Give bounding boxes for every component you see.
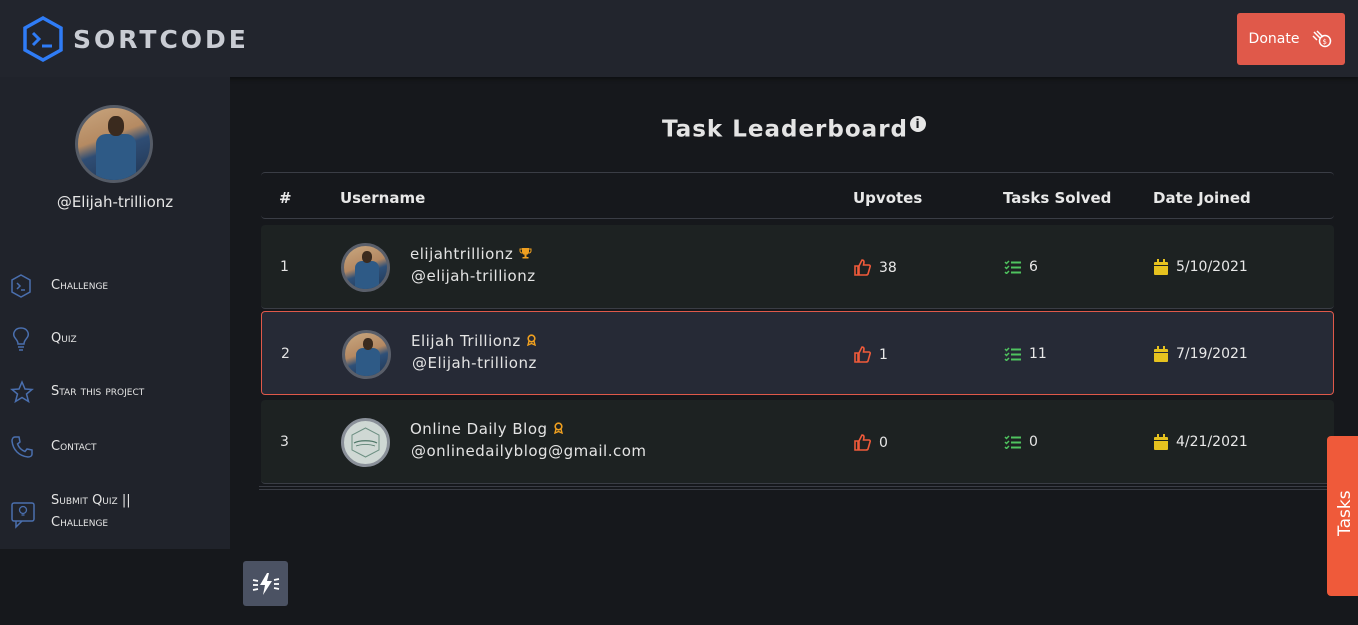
brand-name: SORTCODE [73,24,249,54]
avatar[interactable] [75,105,153,183]
sidebar-item-label: Challenge [51,278,109,293]
calendar-icon [1154,259,1168,275]
table-header: # Username Upvotes Tasks Solved Date Joi… [261,172,1334,219]
star-icon [10,380,34,404]
hexagon-code-icon [23,16,63,62]
user-name: Elijah Trillionz [411,332,537,350]
sidebar-menu: Challenge Quiz Star this project Contact [0,258,230,549]
date-cell: 5/10/2021 [1154,259,1248,275]
thumbs-up-icon [854,434,871,451]
sidebar-item-label-2: Challenge [51,515,109,530]
blog-logo-icon [351,427,380,458]
table-row-current-user[interactable]: 2 Elijah Trillionz @Elijah-trillionz 1 1… [261,311,1334,395]
page-title-text: Task Leaderboard [661,116,908,143]
quick-action-button[interactable] [243,561,288,606]
sidebar-item-contact[interactable]: Contact [0,433,230,461]
avatar-head [362,251,372,263]
upvotes-count: 38 [879,259,897,276]
trophy-icon [519,248,531,259]
svg-text:$: $ [1323,38,1327,46]
tasks-cell: 6 [1004,259,1038,275]
tasks-cell: 11 [1004,346,1047,362]
lightning-icon [252,572,279,595]
column-tasks-solved: Tasks Solved [1003,189,1112,207]
date-joined: 5/10/2021 [1176,259,1248,275]
info-icon[interactable]: i [910,116,926,132]
tasks-count: 0 [1029,434,1038,450]
avatar-head [363,338,373,350]
lightbulb-icon [13,327,29,351]
top-bar: SORTCODE Donate $ [0,0,1358,77]
tasks-count: 6 [1029,259,1038,275]
upvotes-count: 1 [879,346,888,363]
date-joined: 7/19/2021 [1176,346,1248,362]
user-name-text: elijahtrillionz [410,245,514,263]
checklist-icon [1004,435,1021,449]
date-cell: 4/21/2021 [1154,434,1248,450]
avatar-figure [355,261,379,289]
table-row[interactable]: 1 elijahtrillionz @elijah-trillionz 38 6… [261,225,1334,309]
upvotes-cell[interactable]: 38 [854,259,897,276]
rank: 2 [281,346,290,362]
hexagon-code-icon [11,274,31,298]
checklist-icon [1004,347,1021,361]
avatar[interactable] [341,243,390,292]
calendar-icon [1154,346,1168,362]
rank: 1 [280,259,289,275]
sidebar-item-label: Quiz [51,331,77,346]
award-icon [527,334,537,347]
tasks-count: 11 [1029,346,1047,362]
avatar-figure [356,348,380,376]
column-date-joined: Date Joined [1153,189,1251,207]
user-handle: @elijah-trillionz [411,267,536,285]
profile-card: @Elijah-trillionz [0,77,230,258]
user-name: Online Daily Blog [410,420,564,438]
table-footer-divider [259,486,1334,490]
hand-coin-icon: $ [1312,30,1332,48]
sidebar-item-label: Star this project [51,384,145,399]
donate-button[interactable]: Donate $ [1237,13,1345,65]
calendar-icon [1154,434,1168,450]
sidebar-item-label: Contact [51,439,97,454]
user-handle: @Elijah-trillionz [412,354,537,372]
logo[interactable]: SORTCODE [22,16,249,62]
sidebar-item-submit[interactable]: Submit Quiz || Challenge [0,490,230,540]
thumbs-up-icon [854,346,871,363]
user-name-text: Elijah Trillionz [411,332,521,350]
award-icon [553,422,563,435]
upvotes-count: 0 [879,434,888,451]
donate-label: Donate [1248,31,1300,47]
avatar[interactable] [342,330,391,379]
chat-bulb-icon [11,502,35,529]
column-username: Username [340,189,426,207]
profile-handle: @Elijah-trillionz [56,193,174,211]
tasks-tab[interactable]: Tasks [1327,436,1358,596]
tasks-tab-label: Tasks [1335,490,1355,536]
phone-icon [11,436,33,458]
sidebar-item-star[interactable]: Star this project [0,378,230,406]
column-rank: # [279,189,292,207]
page-title: Task Leaderboard i [230,116,1358,143]
avatar[interactable] [341,418,390,467]
sidebar: @Elijah-trillionz Challenge Quiz Star th… [0,77,230,625]
user-name: elijahtrillionz [410,245,532,263]
table-row[interactable]: 3 Online Daily Blog @onlinedailyblog@gma… [261,400,1334,484]
tasks-cell: 0 [1004,434,1038,450]
user-handle: @onlinedailyblog@gmail.com [411,442,647,460]
date-cell: 7/19/2021 [1154,346,1248,362]
sidebar-item-label: Submit Quiz || [51,493,131,508]
sidebar-item-challenge[interactable]: Challenge [0,272,230,300]
column-upvotes: Upvotes [853,189,923,207]
avatar-figure [96,134,136,180]
rank: 3 [280,434,289,450]
sidebar-item-quiz[interactable]: Quiz [0,325,230,353]
upvotes-cell[interactable]: 0 [854,434,888,451]
avatar-head [108,116,124,136]
thumbs-up-icon [854,259,871,276]
user-name-text: Online Daily Blog [410,420,548,438]
upvotes-cell[interactable]: 1 [854,346,888,363]
checklist-icon [1004,260,1021,274]
date-joined: 4/21/2021 [1176,434,1248,450]
